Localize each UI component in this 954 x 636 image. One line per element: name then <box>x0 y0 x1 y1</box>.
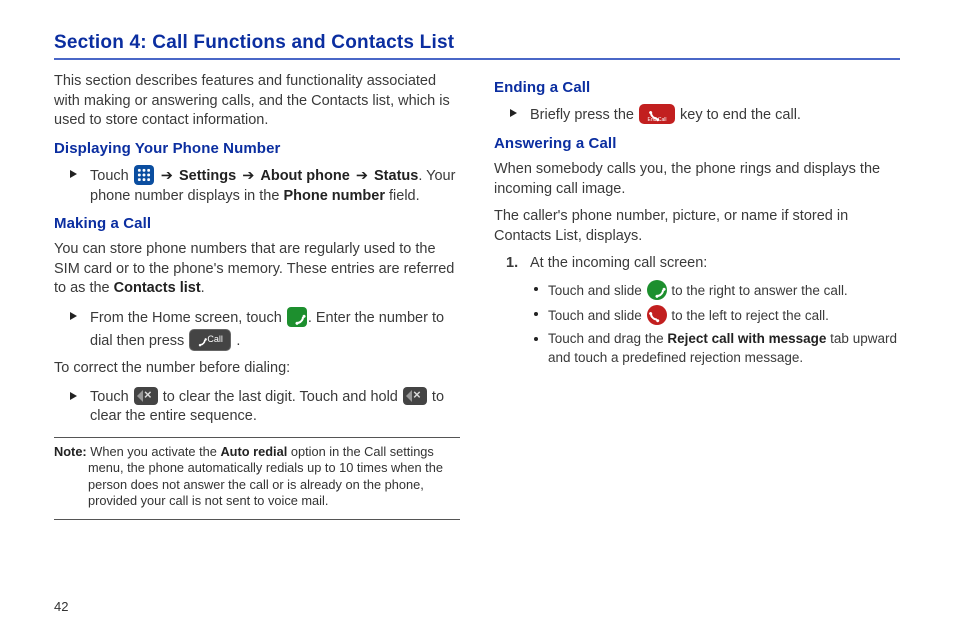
bullet-reject: Touch and slide to the left to reject th… <box>494 305 900 325</box>
triangle-bullet-icon <box>70 312 77 320</box>
step-clear: Touch to clear the last digit. Touch and… <box>54 387 460 427</box>
text: Briefly press the <box>530 107 638 123</box>
text: When you activate the <box>87 444 221 459</box>
left-column: This section describes features and func… <box>54 72 460 526</box>
document-page: Section 4: Call Functions and Contacts L… <box>0 0 954 636</box>
contacts-list-term: Contacts list <box>114 280 201 296</box>
arrow-icon: ➔ <box>240 167 256 187</box>
phone-dialer-icon <box>287 307 307 327</box>
phone-number-field: Phone number <box>283 188 385 204</box>
path-settings: Settings <box>179 168 236 184</box>
bullet-reject-message: Touch and drag the Reject call with mess… <box>494 330 900 366</box>
call-button-label: Call <box>207 330 227 350</box>
text: Touch and drag the <box>548 331 667 346</box>
text: Touch and slide <box>548 283 646 298</box>
two-column-layout: This section describes features and func… <box>54 72 900 526</box>
text: Touch and slide <box>548 308 646 323</box>
triangle-bullet-icon <box>70 392 77 400</box>
heading-making-call: Making a Call <box>54 214 460 234</box>
step-dial: From the Home screen, touch . Enter the … <box>54 307 460 351</box>
text: to clear the last digit. Touch and hold <box>159 389 402 405</box>
text: At the incoming call screen: <box>530 255 707 271</box>
heading-ending-call: Ending a Call <box>494 78 900 98</box>
text: From the Home screen, touch <box>90 310 286 326</box>
note-rule-bottom <box>54 519 460 520</box>
triangle-bullet-icon <box>70 170 77 178</box>
path-about-phone: About phone <box>260 168 349 184</box>
step-end-call: Briefly press the End Call key to end th… <box>494 104 900 126</box>
backspace-icon <box>134 387 158 405</box>
heading-answering-call: Answering a Call <box>494 134 900 154</box>
text: field. <box>385 188 420 204</box>
heading-display-number: Displaying Your Phone Number <box>54 139 460 159</box>
text: Touch <box>90 389 133 405</box>
triangle-bullet-icon <box>510 109 517 117</box>
page-number: 42 <box>54 599 68 614</box>
call-button-icon: Call <box>189 329 231 351</box>
text: to the right to answer the call. <box>671 283 847 298</box>
text: Touch <box>90 168 133 184</box>
auto-redial-term: Auto redial <box>220 444 287 459</box>
bullet-answer: Touch and slide to the right to answer t… <box>494 280 900 300</box>
arrow-icon: ➔ <box>159 167 175 187</box>
title-rule <box>54 58 900 60</box>
section-title: Section 4: Call Functions and Contacts L… <box>54 32 900 54</box>
reject-call-icon <box>647 305 667 325</box>
note-auto-redial: Note: When you activate the Auto redial … <box>54 444 460 510</box>
end-call-icon: End Call <box>639 104 675 124</box>
text: to the left to reject the call. <box>671 308 829 323</box>
paragraph-correct: To correct the number before dialing: <box>54 359 460 379</box>
reject-with-message-term: Reject call with message <box>667 331 826 346</box>
paragraph-caller-info: The caller's phone number, picture, or n… <box>494 207 900 246</box>
end-call-label: End Call <box>639 118 675 123</box>
numbered-step-1: 1. At the incoming call screen: <box>494 254 900 274</box>
text: key to end the call. <box>680 107 801 123</box>
step-display-number: Touch ➔ Settings ➔ About phone ➔ Status.… <box>54 165 460 206</box>
backspace-icon <box>403 387 427 405</box>
paragraph-sim: You can store phone numbers that are reg… <box>54 240 460 299</box>
bullet-dot-icon <box>534 287 538 291</box>
arrow-icon: ➔ <box>354 167 370 187</box>
paragraph-incoming-image: When somebody calls you, the phone rings… <box>494 160 900 199</box>
bullet-dot-icon <box>534 337 538 341</box>
intro-paragraph: This section describes features and func… <box>54 72 460 131</box>
note-label: Note: <box>54 444 87 459</box>
bullet-dot-icon <box>534 312 538 316</box>
answer-call-icon <box>647 280 667 300</box>
right-column: Ending a Call Briefly press the End Call… <box>494 72 900 526</box>
step-number: 1. <box>506 254 518 274</box>
note-rule-top <box>54 437 460 438</box>
apps-grid-icon <box>134 165 154 185</box>
path-status: Status <box>374 168 418 184</box>
